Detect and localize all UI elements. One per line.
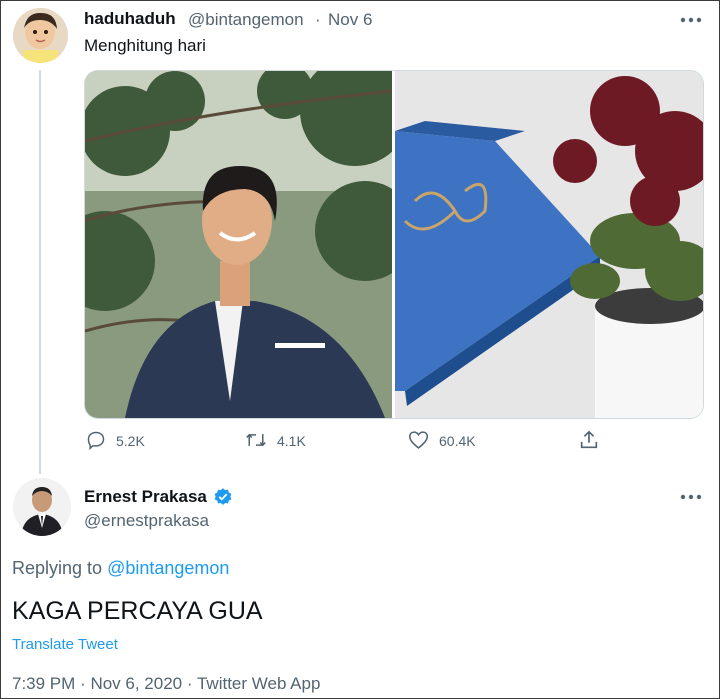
tweet-full-date[interactable]: Nov 6, 2020 [90,674,182,693]
reply-more-options-icon[interactable] [680,490,702,504]
avatar-bintangemon[interactable] [13,8,68,63]
share-icon [578,429,600,454]
tweet-time[interactable]: 7:39 PM [12,674,75,693]
tweet-date[interactable]: Nov 6 [328,10,372,30]
more-options-icon[interactable] [680,13,702,27]
thread-connector-line [39,70,41,474]
reply-button[interactable]: 5.2K [86,430,145,452]
heart-icon [408,430,429,453]
tweet-metadata: 7:39 PM · Nov 6, 2020 · Twitter Web App [12,674,320,694]
replying-to-line: Replying to @bintangemon [12,558,229,579]
retweet-count: 4.1K [277,433,306,449]
meta-separator: · [186,674,193,693]
share-button[interactable] [578,430,600,452]
reply-display-name[interactable]: Ernest Prakasa [84,487,207,507]
display-name[interactable]: haduhaduh [84,9,176,29]
photo-blue-book-and-flower[interactable] [395,71,703,418]
translate-tweet-link[interactable]: Translate Tweet [12,636,118,653]
tweet-text: Menghitung hari [84,36,206,55]
like-count: 60.4K [439,433,476,449]
reply-user-handle[interactable]: @ernestprakasa [84,511,209,531]
like-button[interactable]: 60.4K [408,430,476,452]
reply-icon [86,430,106,453]
verified-badge-icon [213,487,233,507]
separator: · [315,10,321,29]
retweet-button[interactable]: 4.1K [245,430,306,452]
user-handle[interactable]: @bintangemon [188,10,304,30]
retweet-icon [245,430,267,453]
tweet-source[interactable]: Twitter Web App [197,674,320,693]
meta-separator: · [80,674,86,693]
replying-to-prefix: Replying to [12,558,103,578]
replying-to-mention[interactable]: @bintangemon [107,558,229,578]
photo-man-in-suit[interactable] [85,71,415,418]
avatar-ernestprakasa[interactable] [13,478,71,536]
reply-count: 5.2K [116,433,145,449]
tweet-media[interactable] [84,70,704,419]
reply-tweet-text: KAGA PERCAYA GUA [12,597,263,625]
